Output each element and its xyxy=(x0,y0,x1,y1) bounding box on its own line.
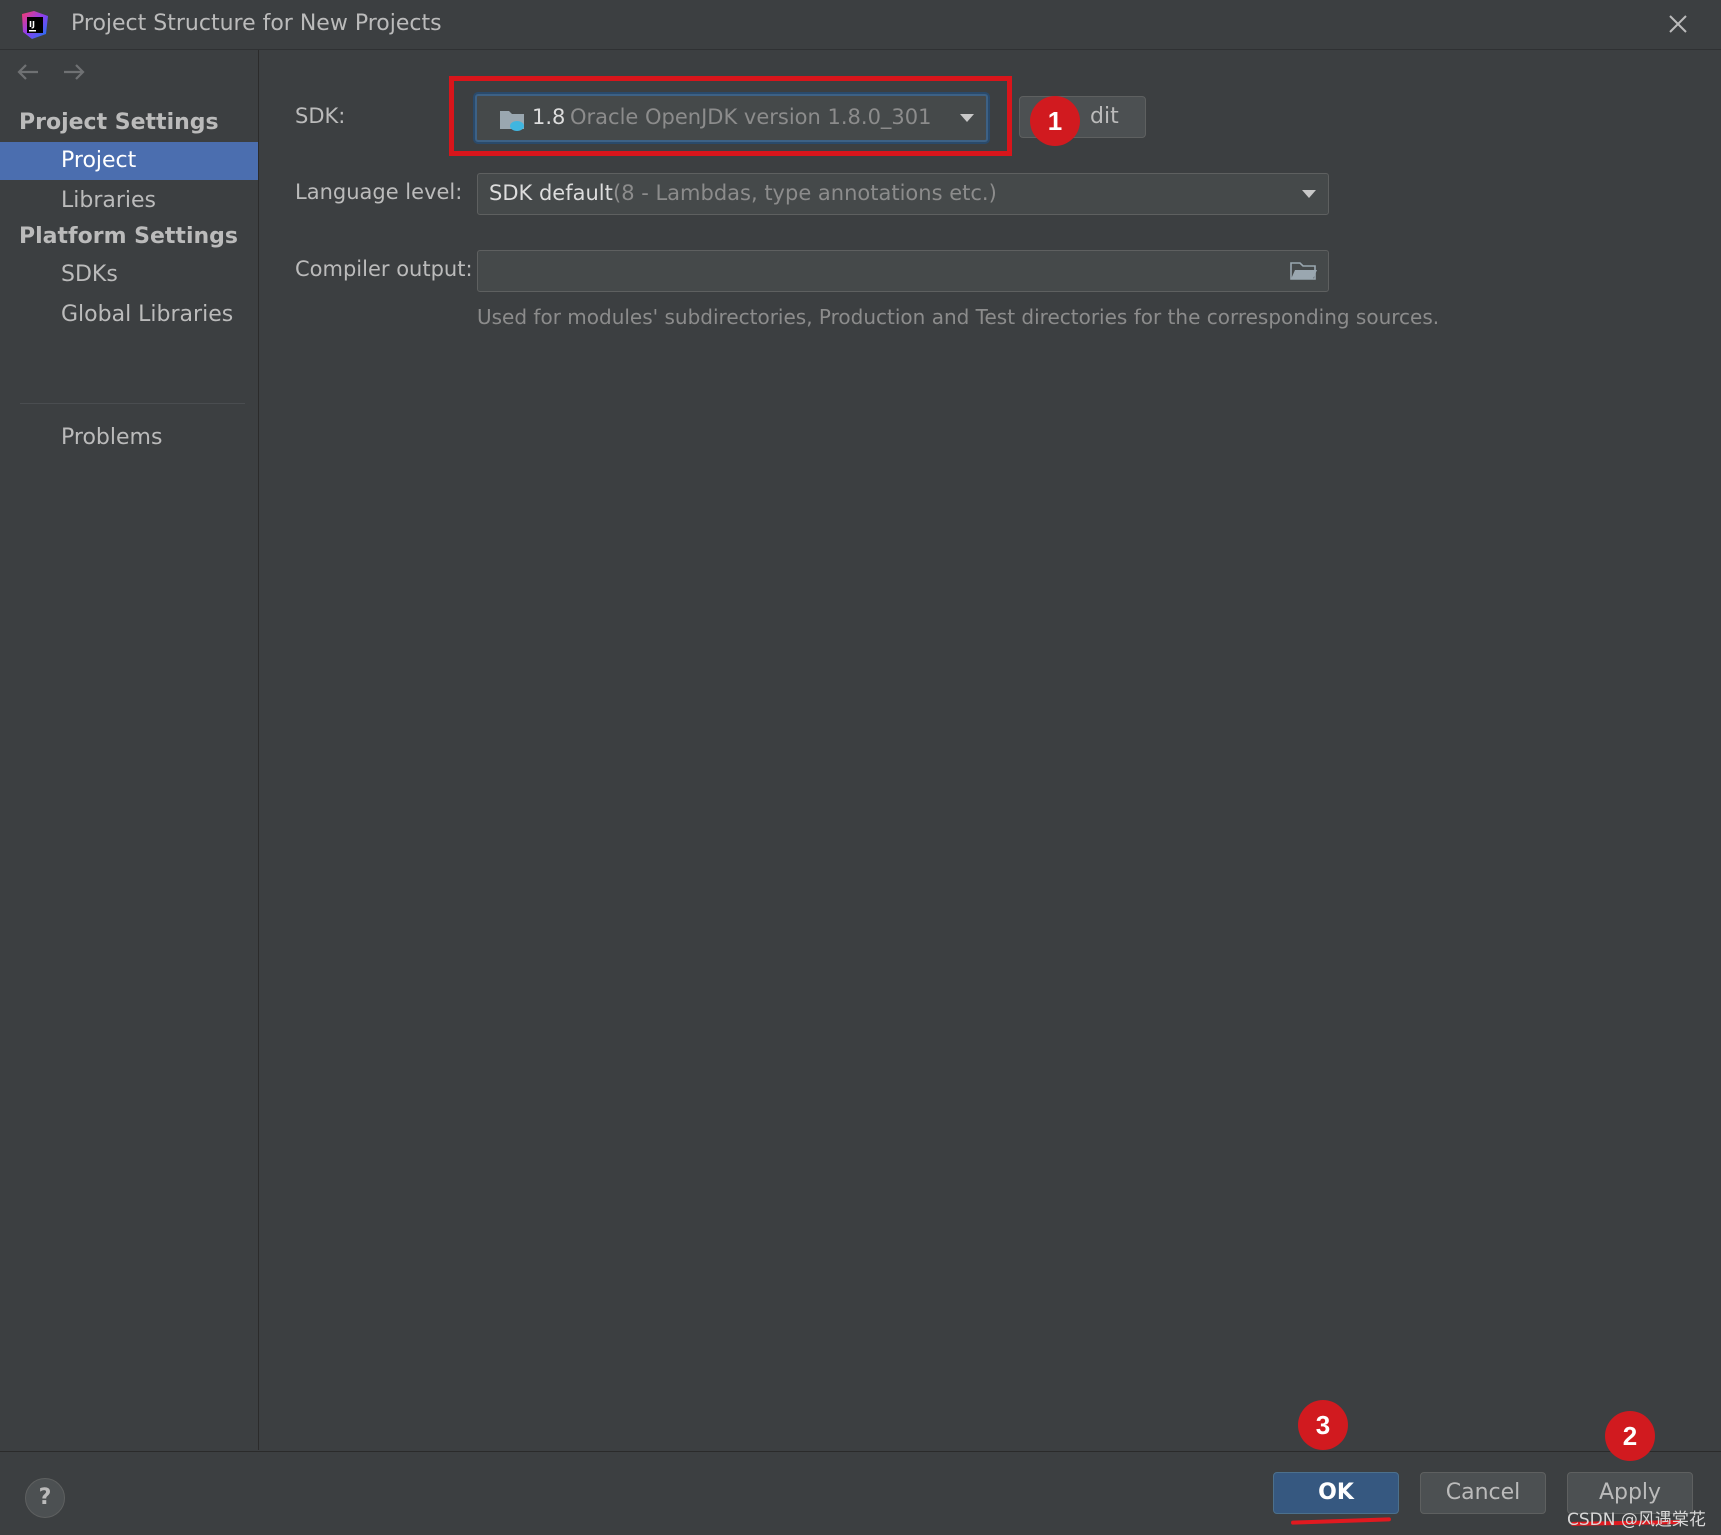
svg-text:IJ: IJ xyxy=(29,20,35,29)
folder-browse-icon[interactable] xyxy=(1290,260,1318,282)
sdk-highlight-box xyxy=(449,76,1012,156)
window-title: Project Structure for New Projects xyxy=(71,11,442,36)
sidebar: Project Settings Project Libraries Platf… xyxy=(0,50,259,1450)
sidebar-divider xyxy=(20,403,245,404)
forward-arrow-icon[interactable] xyxy=(60,62,88,82)
language-level-label: Language level: xyxy=(295,180,463,204)
sidebar-item-libraries[interactable]: Libraries xyxy=(0,182,258,220)
annotation-badge-2: 2 xyxy=(1605,1411,1655,1461)
sidebar-item-project[interactable]: Project xyxy=(0,142,258,180)
compiler-output-label: Compiler output: xyxy=(295,257,473,281)
help-button[interactable]: ? xyxy=(25,1478,65,1518)
chevron-down-icon xyxy=(1302,190,1316,198)
ok-button[interactable]: OK xyxy=(1273,1472,1399,1514)
watermark: CSDN @风遇棠花 xyxy=(1567,1510,1706,1530)
platform-settings-header: Platform Settings xyxy=(19,224,238,249)
sidebar-item-sdks[interactable]: SDKs xyxy=(0,256,258,294)
annotation-badge-3: 3 xyxy=(1298,1400,1348,1450)
title-bar: IJ Project Structure for New Projects xyxy=(0,0,1721,50)
back-arrow-icon[interactable] xyxy=(14,62,42,82)
language-level-value: SDK default xyxy=(489,181,613,205)
intellij-idea-icon: IJ xyxy=(22,11,48,39)
project-settings-header: Project Settings xyxy=(19,110,219,135)
sidebar-item-problems[interactable]: Problems xyxy=(0,419,258,457)
compiler-output-field[interactable] xyxy=(477,250,1329,292)
edit-button-label: dit xyxy=(1090,104,1119,129)
sidebar-item-global-libraries[interactable]: Global Libraries xyxy=(0,296,258,334)
project-settings-panel: SDK: 1.8 Oracle OpenJDK version 1.8.0_30… xyxy=(259,50,1721,1450)
language-level-detail: (8 - Lambdas, type annotations etc.) xyxy=(613,181,997,205)
dialog-button-bar: ? OK Cancel Apply xyxy=(0,1451,1721,1535)
annotation-badge-1: 1 xyxy=(1030,96,1080,146)
close-icon[interactable] xyxy=(1666,12,1690,36)
sdk-label: SDK: xyxy=(295,104,346,128)
language-level-combobox[interactable]: SDK default (8 - Lambdas, type annotatio… xyxy=(477,173,1329,215)
cancel-button[interactable]: Cancel xyxy=(1420,1472,1546,1514)
compiler-output-hint: Used for modules' subdirectories, Produc… xyxy=(477,305,1440,329)
